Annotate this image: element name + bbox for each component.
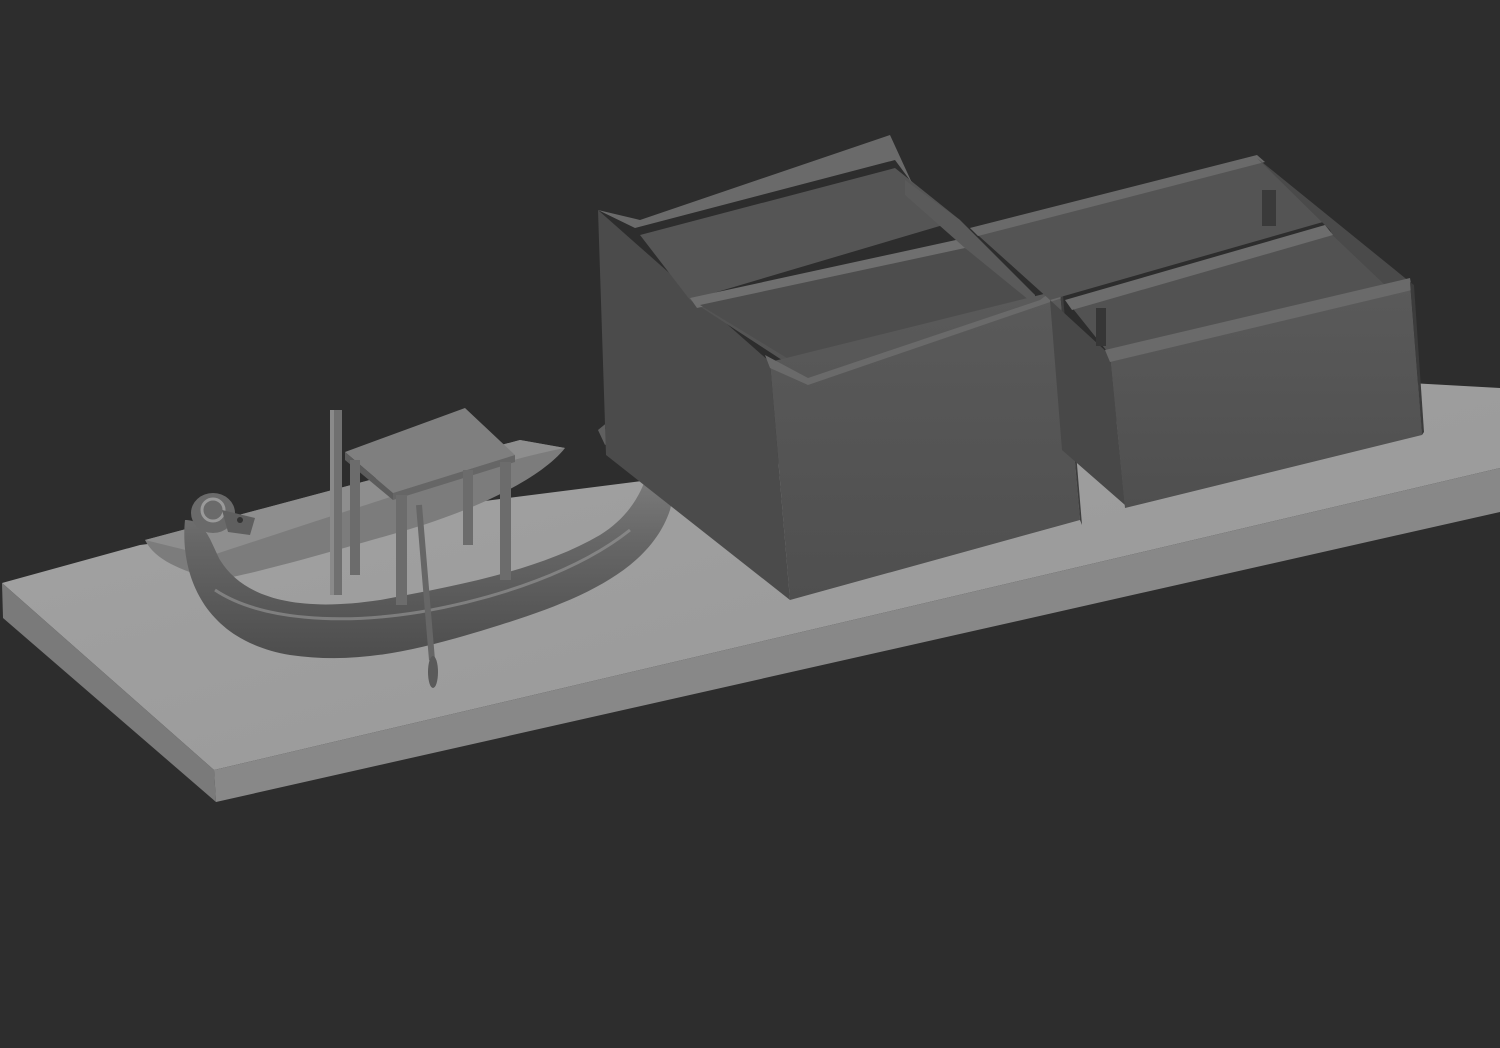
scene-render (2, 135, 1500, 802)
mast-pole (330, 410, 342, 595)
3d-viewport[interactable] (0, 0, 1500, 1048)
